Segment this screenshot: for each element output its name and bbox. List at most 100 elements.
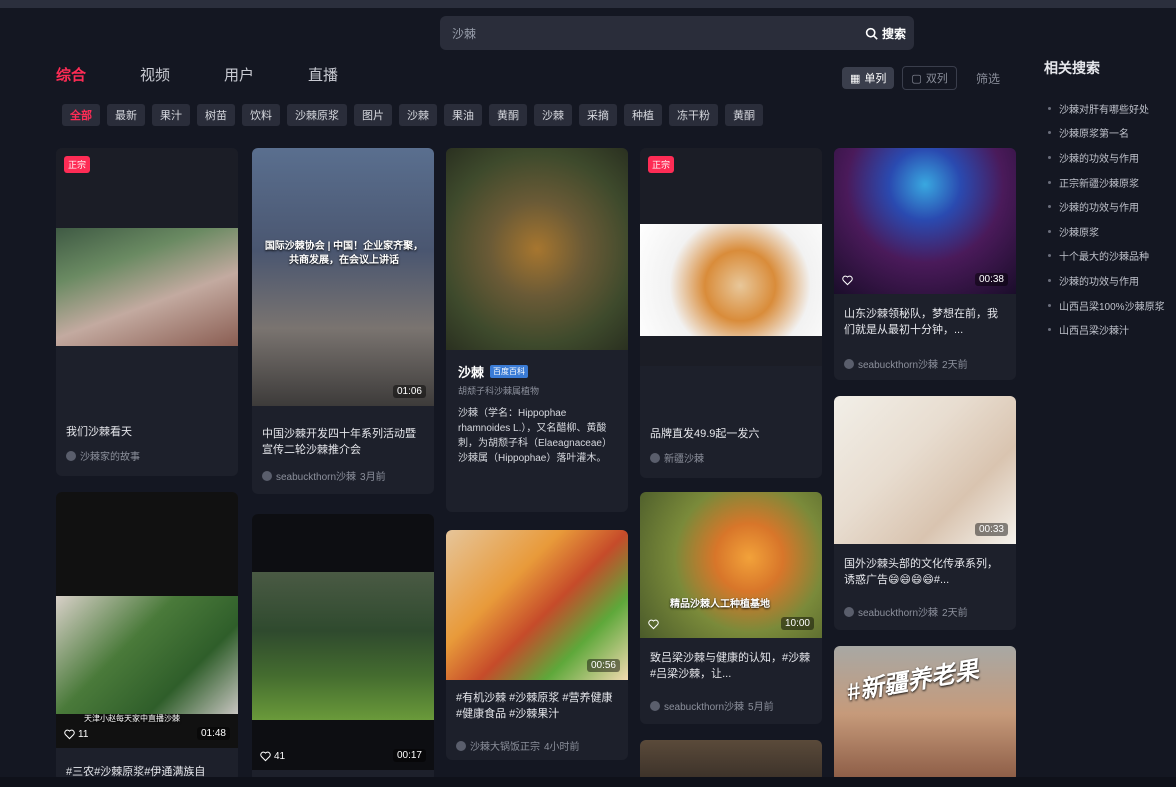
bullet-icon xyxy=(1048,254,1051,258)
card-title: #有机沙棘 #沙棘原浆 #营养健康 #健康食品 #沙棘果汁 xyxy=(456,692,613,720)
video-card[interactable]: 00:33 国外沙棘头部的文化传承系列，诱惑广告😄😄😄😄#... seabuck… xyxy=(834,396,1016,630)
chip[interactable]: 采摘 xyxy=(579,104,617,126)
video-caption: #新疆养老果 xyxy=(844,656,981,707)
chip[interactable]: 冻干粉 xyxy=(669,104,718,126)
author-name: seabuckthorn沙棘 xyxy=(858,360,939,371)
card-author: seabuckthorn沙棘 5月前 xyxy=(650,698,774,713)
video-thumbnail: 41 00:17 xyxy=(252,514,434,770)
video-card[interactable]: 正宗 品牌直发49.9起一发六 新疆沙棘 xyxy=(640,148,822,478)
related-search-label: 正宗新疆沙棘原浆 xyxy=(1059,178,1139,190)
video-card[interactable]: #新疆养老果 xyxy=(834,646,1016,782)
heart-icon xyxy=(648,619,659,630)
related-search-item[interactable]: 十个最大的沙棘品种 xyxy=(1048,244,1165,269)
avatar xyxy=(262,470,272,481)
related-search-item[interactable]: 沙棘的功效与作用 xyxy=(1048,268,1165,293)
video-card[interactable]: 精品沙棘人工种植基地 10:00 致吕梁沙棘与健康的认知，#沙棘 #吕梁沙棘，让… xyxy=(640,492,822,724)
chip[interactable]: 沙棘 xyxy=(399,104,437,126)
video-card[interactable]: 天津小赵每天家中直播沙棘 11 01:48 #三农#沙棘原浆#伊通满族自 xyxy=(56,492,238,782)
video-thumbnail: 精品沙棘人工种植基地 10:00 xyxy=(640,492,822,638)
search-icon xyxy=(865,27,878,40)
video-card[interactable]: 41 00:17 xyxy=(252,514,434,782)
search-box[interactable]: 沙棘 搜索 xyxy=(440,16,914,50)
encyclopedia-title: 沙棘 xyxy=(458,365,485,380)
card-author: 新疆沙棘 xyxy=(650,450,704,465)
video-card[interactable]: 国际沙棘协会 | 中国！企业家齐聚，共商发展，在会议上讲话 01:06 中国沙棘… xyxy=(252,148,434,494)
post-time: 2天前 xyxy=(942,360,968,371)
chip[interactable]: 种植 xyxy=(624,104,662,126)
grid-view-button[interactable]: ▦ 单列 xyxy=(842,67,895,89)
related-search-label: 沙棘原浆 xyxy=(1059,227,1099,239)
chip[interactable]: 树苗 xyxy=(197,104,235,126)
video-thumbnail: 正宗 xyxy=(56,148,238,346)
card-author: seabuckthorn沙棘 2天前 xyxy=(844,604,968,619)
related-search-label: 山西吕梁沙棘汁 xyxy=(1059,326,1129,338)
video-caption: 精品沙棘人工种植基地 xyxy=(670,599,770,610)
card-author: 沙棘家的故事 xyxy=(66,448,140,463)
encyclopedia-subtitle: 胡颓子科沙棘属植物 xyxy=(458,386,540,396)
related-search-item[interactable]: 正宗新疆沙棘原浆 xyxy=(1048,170,1165,195)
top-bar xyxy=(0,0,1176,8)
video-caption: 国际沙棘协会 | 中国！企业家齐聚，共商发展，在会议上讲话 xyxy=(264,241,424,266)
chip[interactable]: 沙棘 xyxy=(534,104,572,126)
related-search-item[interactable]: 沙棘原浆 xyxy=(1048,219,1165,244)
related-search-item[interactable]: 沙棘的功效与作用 xyxy=(1048,145,1165,170)
author-name: 沙棘大锅饭正宗 xyxy=(470,742,540,753)
video-card[interactable]: 00:38 山东沙棘领秘队，梦想在前，我们就是从最初十分钟，... seabuc… xyxy=(834,148,1016,380)
filter-button[interactable]: 筛选 xyxy=(976,70,1000,87)
video-thumbnail: #新疆养老果 xyxy=(834,646,1016,782)
related-search-list: 沙棘对肝有哪些好处 沙棘原浆第一名 沙棘的功效与作用 正宗新疆沙棘原浆 沙棘的功… xyxy=(1048,96,1165,342)
chip[interactable]: 果汁 xyxy=(152,104,190,126)
list-view-button[interactable]: ▢ 双列 xyxy=(902,66,957,90)
related-search-item[interactable]: 山西吕梁沙棘汁 xyxy=(1048,317,1165,342)
like-count xyxy=(648,619,659,630)
author-name: 沙棘家的故事 xyxy=(80,452,140,463)
tab-comprehensive[interactable]: 综合 xyxy=(56,64,140,85)
like-number: 11 xyxy=(78,729,89,740)
chip[interactable]: 沙棘原浆 xyxy=(287,104,347,126)
related-search-item[interactable]: 沙棘的功效与作用 xyxy=(1048,194,1165,219)
encyclopedia-card[interactable]: 沙棘 百度百科 胡颓子科沙棘属植物 沙棘（学名：Hippophae rhamno… xyxy=(446,148,628,512)
search-button[interactable]: 搜索 xyxy=(865,22,906,44)
chip[interactable]: 黄酮 xyxy=(489,104,527,126)
badge: 正宗 xyxy=(64,156,91,173)
related-search-item[interactable]: 沙棘原浆第一名 xyxy=(1048,121,1165,146)
related-search-label: 沙棘原浆第一名 xyxy=(1059,129,1129,141)
tab-video[interactable]: 视频 xyxy=(140,64,224,85)
like-count: 11 xyxy=(64,729,88,740)
avatar xyxy=(844,358,854,369)
thumbnail-image xyxy=(56,228,238,346)
related-search-label: 十个最大的沙棘品种 xyxy=(1059,252,1149,264)
related-search-label: 山西吕梁100%沙棘原浆 xyxy=(1059,301,1165,313)
card-author: seabuckthorn沙棘 2天前 xyxy=(844,356,968,371)
chip[interactable]: 黄酮 xyxy=(725,104,763,126)
bottom-edge xyxy=(0,777,1176,787)
tab-live[interactable]: 直播 xyxy=(308,64,392,85)
chip[interactable]: 果油 xyxy=(444,104,482,126)
grid-view-label: 单列 xyxy=(864,73,887,85)
heart-icon xyxy=(260,751,271,762)
chip[interactable]: 饮料 xyxy=(242,104,280,126)
chip[interactable]: 图片 xyxy=(354,104,392,126)
tab-user[interactable]: 用户 xyxy=(224,64,308,85)
video-thumbnail: 正宗 xyxy=(640,148,822,366)
card-title: 致吕梁沙棘与健康的认知，#沙棘 #吕梁沙棘，让... xyxy=(650,652,811,680)
avatar xyxy=(650,452,660,463)
chip[interactable]: 最新 xyxy=(107,104,145,126)
bullet-icon xyxy=(1048,106,1051,110)
video-duration: 10:00 xyxy=(780,617,814,630)
video-card[interactable]: 00:56 #有机沙棘 #沙棘原浆 #营养健康 #健康食品 #沙棘果汁 沙棘大锅… xyxy=(446,530,628,760)
related-search-item[interactable]: 山西吕梁100%沙棘原浆 xyxy=(1048,293,1165,318)
bullet-icon xyxy=(1048,303,1051,307)
video-card[interactable]: 正宗 我们沙棘看天 沙棘家的故事 xyxy=(56,148,238,476)
video-thumbnail: 00:38 xyxy=(834,148,1016,294)
video-card[interactable] xyxy=(640,740,822,782)
card-title: 品牌直发49.9起一发六 xyxy=(650,428,760,440)
thumbnail-image xyxy=(640,224,822,336)
list-view-label: 双列 xyxy=(925,73,948,85)
bullet-icon xyxy=(1048,205,1051,209)
chip[interactable]: 全部 xyxy=(62,104,100,126)
like-count: 41 xyxy=(260,751,285,762)
related-search-item[interactable]: 沙棘对肝有哪些好处 xyxy=(1048,96,1165,121)
badge: 正宗 xyxy=(648,156,675,173)
search-input[interactable]: 沙棘 xyxy=(452,25,476,42)
